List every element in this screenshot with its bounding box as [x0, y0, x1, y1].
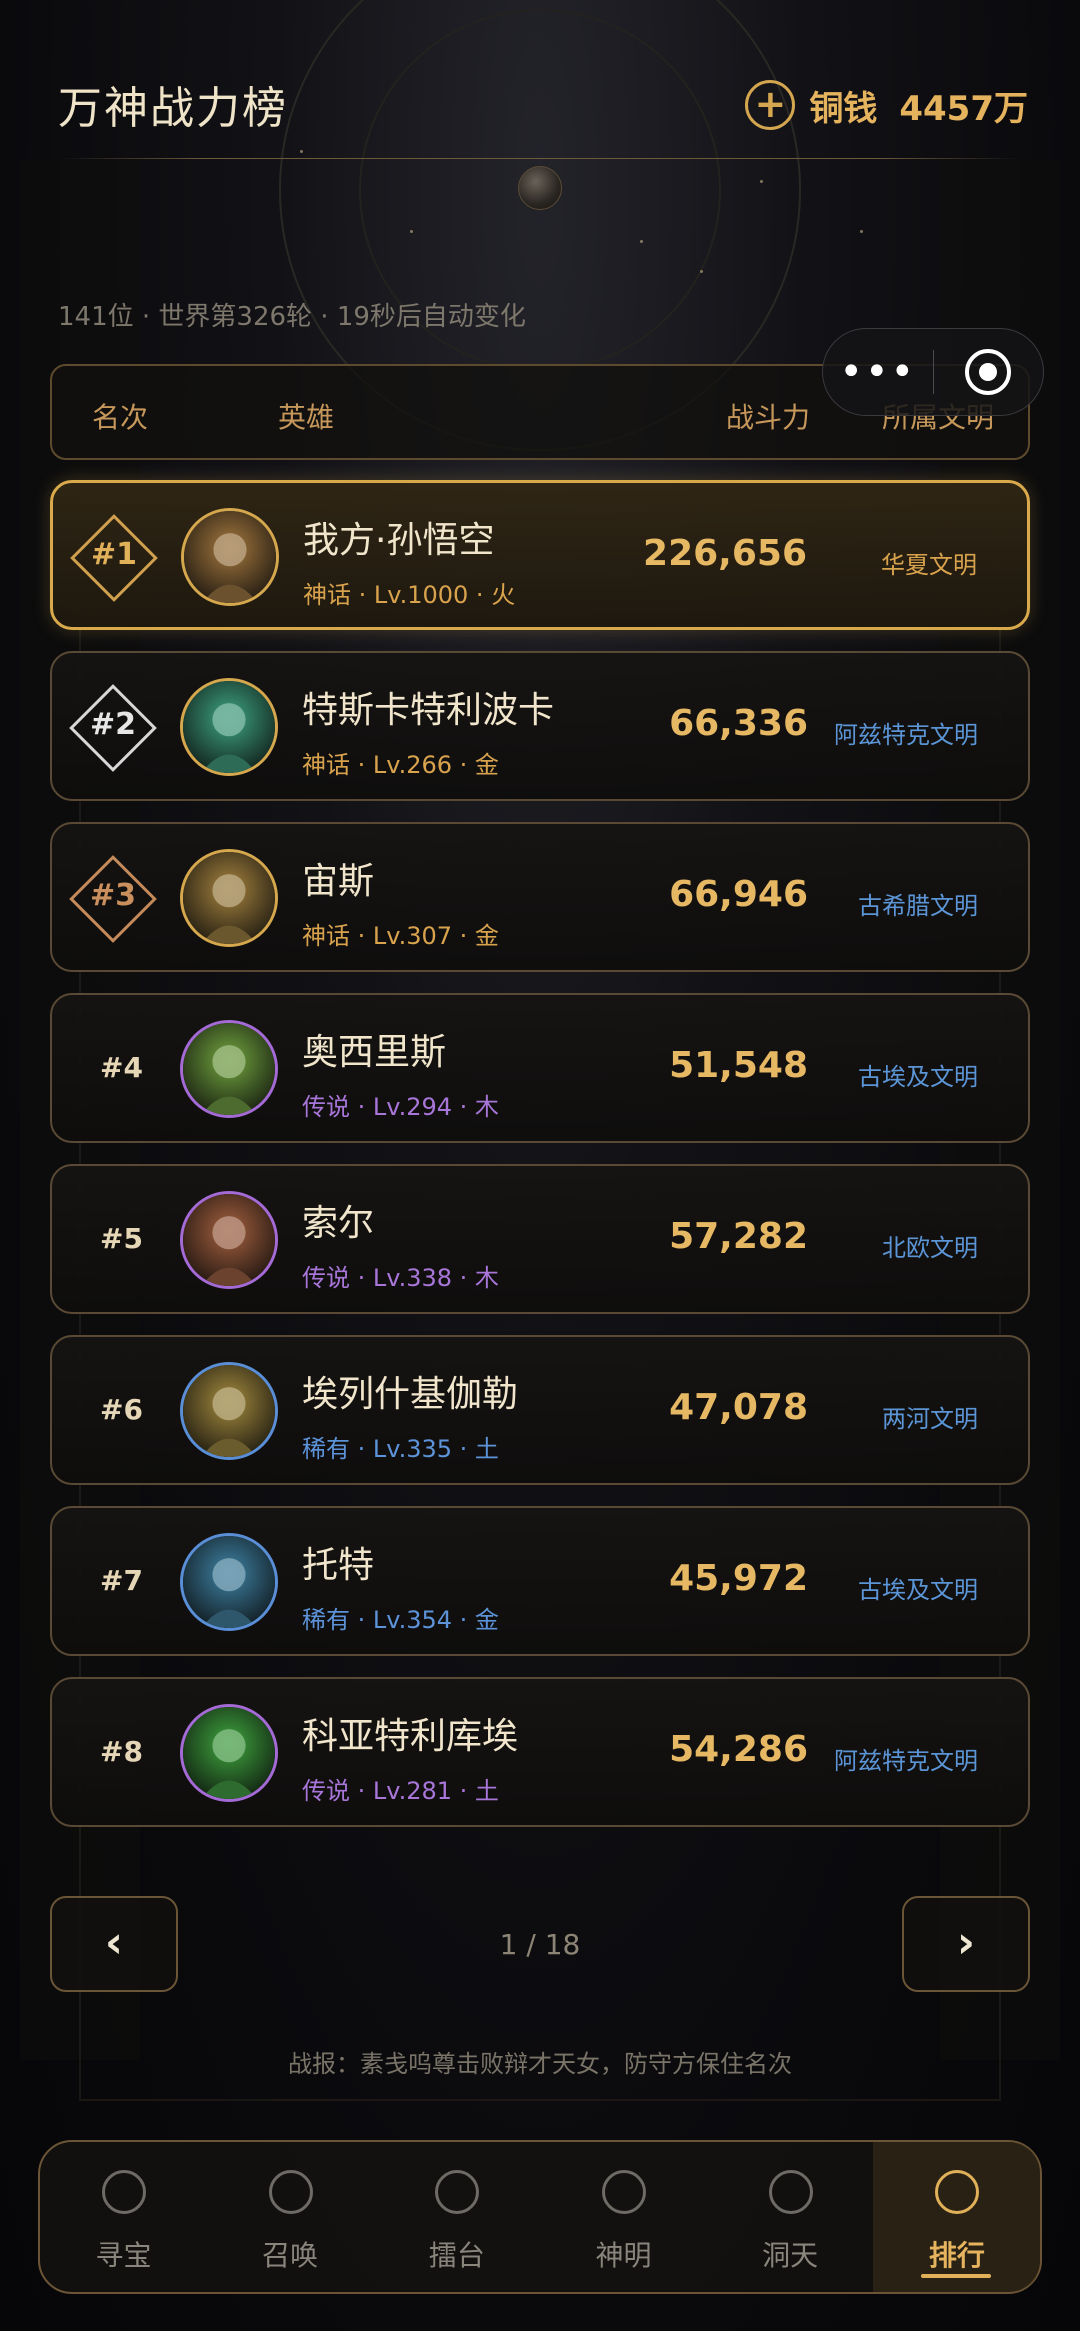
- hero-meta: 神话 · Lv.266 · 金: [302, 751, 499, 779]
- hero-avatar: [180, 1533, 278, 1631]
- currency-value: 4457万: [899, 88, 1028, 129]
- nav-item-5[interactable]: 排行: [873, 2142, 1041, 2292]
- battle-report: 战报：素戋呜尊击败辩才天女，防守方保住名次: [288, 2050, 792, 2078]
- nav-item-2[interactable]: 擂台: [373, 2142, 540, 2292]
- page-indicator: 1 / 18: [499, 1928, 581, 1961]
- table-row[interactable]: #1 我方·孙悟空 神话 · Lv.1000 · 火 226,656 华夏文明: [50, 480, 1030, 630]
- treasure-icon: [102, 2170, 146, 2214]
- arena-icon: [435, 2170, 480, 2214]
- page-title: 万神战力榜: [58, 83, 288, 134]
- add-currency-icon[interactable]: +: [745, 80, 796, 130]
- rank-label: #4: [100, 1051, 143, 1084]
- hero-power: 54,286: [669, 1729, 808, 1770]
- hero-power: 57,282: [669, 1216, 808, 1257]
- hero-avatar: [180, 1704, 278, 1802]
- hero-avatar: [181, 508, 279, 606]
- hero-name: 特斯卡特利波卡: [302, 690, 555, 731]
- hero-meta: 传说 · Lv.294 · 木: [302, 1093, 499, 1121]
- hero-power: 51,548: [669, 1045, 808, 1086]
- nav-label: 排行: [928, 2239, 985, 2272]
- header-power: 战斗力: [726, 401, 811, 434]
- nav-item-4[interactable]: 洞天: [707, 2142, 874, 2292]
- hero-name: 我方·孙悟空: [303, 520, 495, 561]
- rank-label: #7: [100, 1564, 143, 1597]
- table-row[interactable]: #5 索尔 传说 · Lv.338 · 木 57,282 北欧文明: [50, 1164, 1030, 1314]
- rank-label: #5: [100, 1222, 143, 1255]
- table-row[interactable]: #3 宙斯 神话 · Lv.307 · 金 66,946 古希腊文明: [50, 822, 1030, 972]
- orb-ornament: [518, 166, 562, 210]
- hero-name: 科亚特利库埃: [302, 1716, 519, 1757]
- cave-icon: [768, 2170, 813, 2214]
- header-hero: 英雄: [278, 401, 335, 434]
- hero-power: 45,972: [669, 1558, 808, 1599]
- hero-name: 索尔: [302, 1203, 375, 1244]
- rank-label: #8: [100, 1735, 143, 1768]
- hero-civilization: 两河文明: [882, 1405, 978, 1433]
- hero-avatar: [180, 849, 278, 947]
- more-dots-icon[interactable]: •••: [823, 352, 933, 392]
- hero-name: 埃列什基伽勒: [302, 1374, 519, 1415]
- hero-meta: 稀有 · Lv.354 · 金: [302, 1606, 499, 1634]
- header-rank: 名次: [92, 401, 149, 434]
- rank-label: #6: [100, 1393, 143, 1426]
- hero-meta: 神话 · Lv.307 · 金: [302, 922, 499, 950]
- hero-civilization: 北欧文明: [882, 1234, 978, 1262]
- status-line: 141位 · 世界第326轮 · 19秒后自动变化: [58, 302, 526, 332]
- table-row[interactable]: #8 科亚特利库埃 传说 · Lv.281 · 土 54,286 阿兹特克文明: [50, 1677, 1030, 1827]
- prev-page-button[interactable]: ‹: [50, 1896, 178, 1992]
- hero-meta: 传说 · Lv.338 · 木: [302, 1264, 499, 1292]
- hero-avatar: [180, 678, 278, 776]
- table-row[interactable]: #6 埃列什基伽勒 稀有 · Lv.335 · 土 47,078 两河文明: [50, 1335, 1030, 1485]
- hero-name: 托特: [302, 1545, 375, 1586]
- nav-label: 神明: [595, 2239, 652, 2272]
- hero-meta: 传说 · Lv.281 · 土: [302, 1777, 499, 1805]
- hero-civilization: 阿兹特克文明: [834, 1747, 978, 1775]
- hero-power: 47,078: [669, 1387, 808, 1428]
- nav-label: 寻宝: [95, 2239, 152, 2272]
- rank-label: #2: [89, 707, 136, 742]
- nav-item-1[interactable]: 召唤: [207, 2142, 374, 2292]
- hero-avatar: [180, 1020, 278, 1118]
- table-row[interactable]: #4 奥西里斯 传说 · Lv.294 · 木 51,548 古埃及文明: [50, 993, 1030, 1143]
- currency-display: + 铜钱 4457万: [745, 80, 1028, 130]
- hero-civilization: 古埃及文明: [858, 1576, 978, 1604]
- hero-civilization: 华夏文明: [881, 551, 977, 579]
- hero-power: 226,656: [643, 533, 807, 574]
- summon-icon: [268, 2170, 313, 2214]
- hero-power: 66,946: [669, 874, 808, 915]
- ranking-icon: [935, 2170, 980, 2214]
- rank-label: #1: [90, 537, 137, 572]
- hero-civilization: 阿兹特克文明: [834, 721, 978, 749]
- hero-name: 奥西里斯: [302, 1032, 447, 1073]
- active-indicator: [921, 2274, 992, 2278]
- nav-item-3[interactable]: 神明: [540, 2142, 707, 2292]
- nav-label: 召唤: [262, 2239, 319, 2272]
- hero-avatar: [180, 1362, 278, 1460]
- hero-name: 宙斯: [302, 861, 375, 902]
- target-close-icon[interactable]: [934, 349, 1044, 395]
- table-row[interactable]: #2 特斯卡特利波卡 神话 · Lv.266 · 金 66,336 阿兹特克文明: [50, 651, 1030, 801]
- hero-avatar: [180, 1191, 278, 1289]
- deity-icon: [602, 2170, 647, 2214]
- nav-item-0[interactable]: 寻宝: [40, 2142, 207, 2292]
- miniprogram-capsule: •••: [822, 328, 1044, 416]
- next-page-button[interactable]: ›: [902, 1896, 1030, 1992]
- hero-meta: 稀有 · Lv.335 · 土: [302, 1435, 499, 1463]
- hero-civilization: 古埃及文明: [858, 1063, 978, 1091]
- nav-label: 洞天: [762, 2239, 819, 2272]
- hero-power: 66,336: [669, 703, 808, 744]
- currency-label: 铜钱: [809, 88, 878, 129]
- nav-label: 擂台: [428, 2239, 485, 2272]
- hero-civilization: 古希腊文明: [858, 892, 978, 920]
- rank-label: #3: [89, 878, 136, 913]
- hero-meta: 神话 · Lv.1000 · 火: [303, 581, 516, 609]
- header-divider: [58, 158, 1022, 159]
- bottom-nav: 寻宝 召唤 擂台 神明 洞天 排行: [38, 2140, 1042, 2294]
- table-row[interactable]: #7 托特 稀有 · Lv.354 · 金 45,972 古埃及文明: [50, 1506, 1030, 1656]
